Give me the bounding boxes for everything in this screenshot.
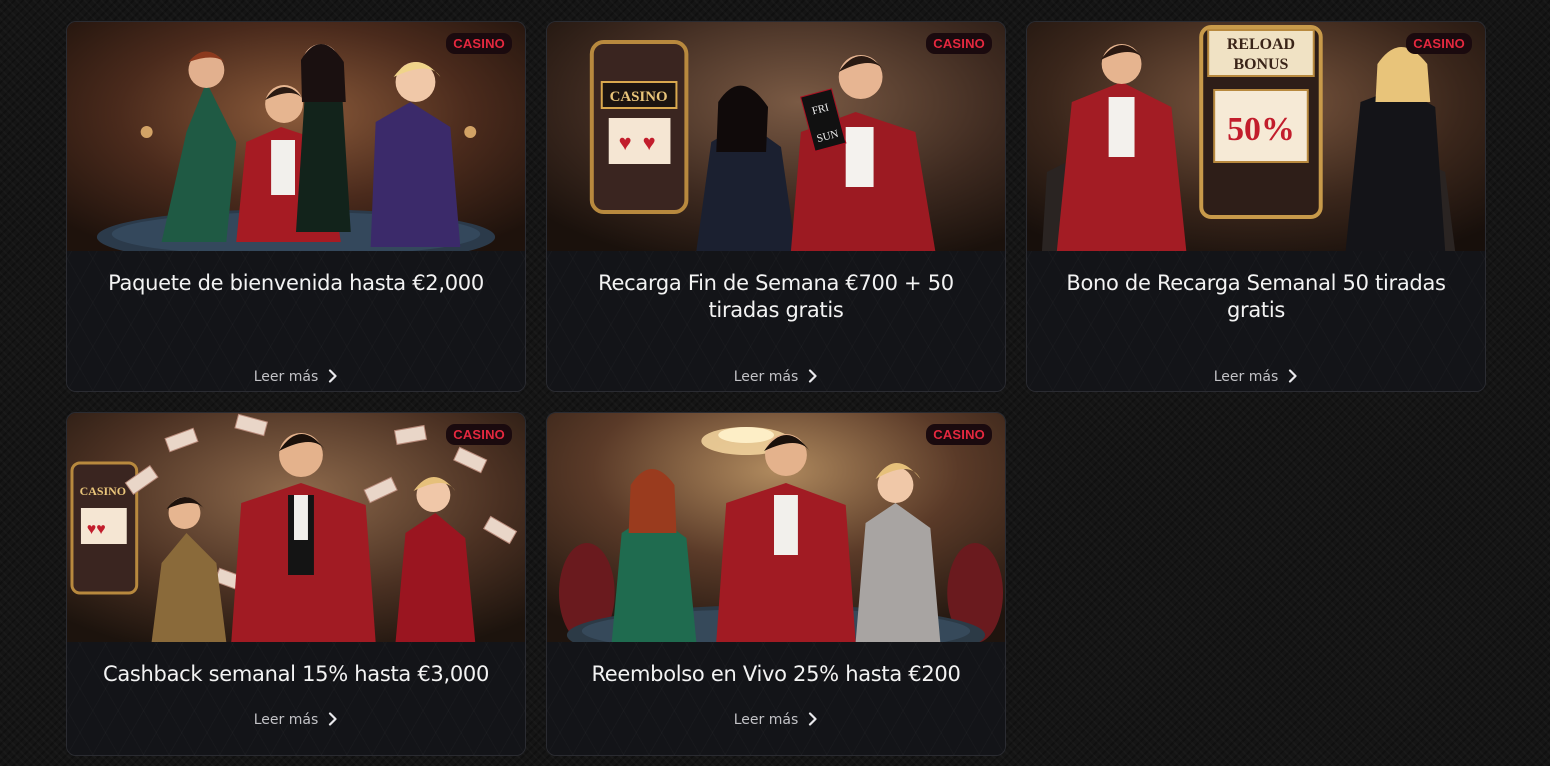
slot-reels-text: 50%: [1227, 111, 1295, 148]
promo-card-body: Reembolso en Vivo 25% hasta €200 Leer má…: [547, 642, 1005, 755]
promo-card-body: Recarga Fin de Semana €700 + 50 tiradas …: [547, 251, 1005, 391]
promo-card-live-refund[interactable]: CASINO Reembolso en Vivo 25% hasta €200 …: [546, 412, 1006, 756]
promo-card-welcome-package[interactable]: CASINO Paquete de bienvenida hasta €2,00…: [66, 21, 526, 392]
promo-card-weekly-cashback[interactable]: CASINO ♥♥ CASINO Cashback semanal 15% ha…: [66, 412, 526, 756]
promo-title: Recarga Fin de Semana €700 + 50 tiradas …: [598, 271, 954, 322]
cashback-money-illustration: CASINO ♥♥: [67, 413, 525, 642]
svg-text:♥: ♥: [643, 130, 656, 155]
chevron-right-icon: [808, 369, 818, 388]
slot-sign-text: CASINO: [80, 484, 126, 498]
read-more-label: Leer más: [253, 712, 319, 728]
chevron-right-icon: [328, 369, 338, 388]
read-more-link[interactable]: Leer más: [547, 711, 1005, 731]
reload-sign-line2: BONUS: [1234, 56, 1289, 73]
promo-title: Cashback semanal 15% hasta €3,000: [102, 662, 490, 686]
read-more-link[interactable]: Leer más: [1027, 368, 1485, 388]
read-more-label: Leer más: [733, 712, 799, 728]
live-table-illustration: [547, 413, 1005, 642]
chevron-right-icon: [1288, 369, 1298, 388]
promo-card-body: Bono de Recarga Semanal 50 tiradas grati…: [1027, 251, 1485, 391]
promo-card-weekly-reload[interactable]: RELOAD BONUS 50% CASINO Bono de Recarga …: [1026, 21, 1486, 392]
chevron-right-icon: [808, 712, 818, 731]
slot-sign-text: CASINO: [610, 89, 668, 105]
read-more-label: Leer más: [253, 369, 319, 385]
promo-image[interactable]: CASINO ♥♥ CASINO: [67, 413, 525, 642]
promo-card-weekend-reload[interactable]: CASINO ♥ ♥ FRI SUN CASINO Recarga Fin de…: [546, 21, 1006, 392]
reload-bonus-illustration: RELOAD BONUS 50%: [1027, 22, 1485, 251]
promo-title: Paquete de bienvenida hasta €2,000: [108, 271, 484, 295]
read-more-link[interactable]: Leer más: [67, 711, 525, 731]
promo-image[interactable]: CASINO: [67, 22, 525, 251]
casino-table-illustration: [67, 22, 525, 251]
category-badge: CASINO: [926, 424, 992, 445]
promo-card-body: Cashback semanal 15% hasta €3,000 Leer m…: [67, 642, 525, 755]
chevron-right-icon: [328, 712, 338, 731]
svg-text:♥: ♥: [619, 130, 632, 155]
category-badge: CASINO: [446, 424, 512, 445]
svg-text:♥♥: ♥♥: [87, 521, 106, 538]
promo-image[interactable]: CASINO: [547, 413, 1005, 642]
read-more-label: Leer más: [1213, 369, 1279, 385]
slot-machine-couple-illustration: CASINO ♥ ♥ FRI SUN: [547, 22, 1005, 251]
category-badge: CASINO: [446, 33, 512, 54]
read-more-label: Leer más: [733, 369, 799, 385]
read-more-link[interactable]: Leer más: [67, 368, 525, 388]
promo-card-body: Paquete de bienvenida hasta €2,000 Leer …: [67, 251, 525, 391]
promo-image[interactable]: CASINO ♥ ♥ FRI SUN CASINO: [547, 22, 1005, 251]
promo-title: Reembolso en Vivo 25% hasta €200: [591, 662, 961, 686]
read-more-link[interactable]: Leer más: [547, 368, 1005, 388]
promo-image[interactable]: RELOAD BONUS 50% CASINO: [1027, 22, 1485, 251]
promo-title: Bono de Recarga Semanal 50 tiradas grati…: [1066, 271, 1446, 322]
reload-sign-line1: RELOAD: [1227, 36, 1295, 53]
category-badge: CASINO: [1406, 33, 1472, 54]
category-badge: CASINO: [926, 33, 992, 54]
